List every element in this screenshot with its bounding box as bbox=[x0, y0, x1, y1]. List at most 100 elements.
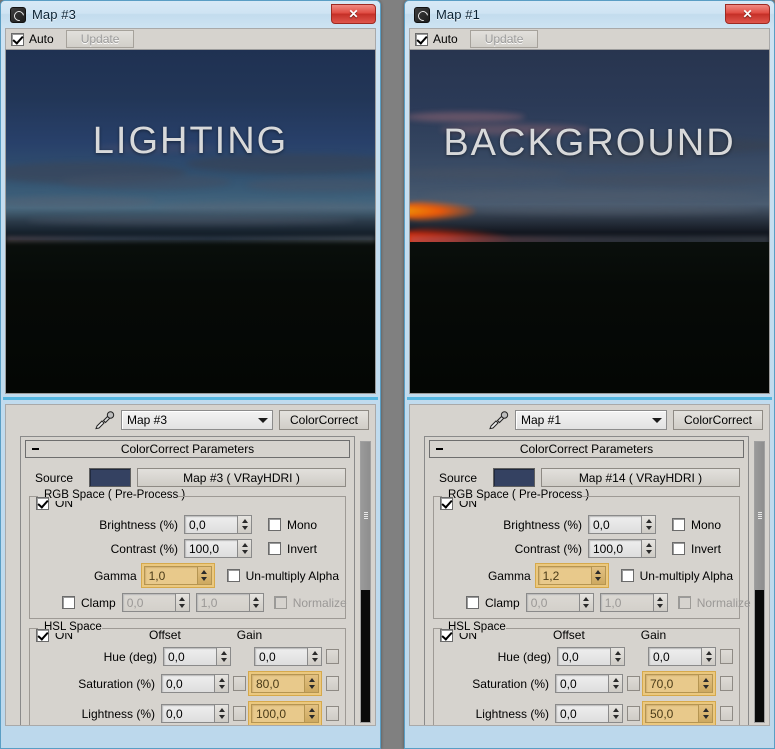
scrollbar-thumb[interactable] bbox=[361, 442, 370, 590]
lightness-offset-spinner[interactable]: 0,0 bbox=[555, 704, 623, 723]
saturation-offset-spinner[interactable]: 0,0 bbox=[555, 674, 623, 693]
scrollbar-track[interactable] bbox=[755, 590, 764, 722]
gamma-spinner[interactable]: 1,0 bbox=[143, 566, 212, 585]
hue-gain-map-button[interactable] bbox=[720, 649, 733, 664]
saturation-offset-input[interactable]: 0,0 bbox=[161, 674, 215, 693]
auto-checkbox[interactable] bbox=[415, 32, 428, 46]
contrast-input[interactable]: 100,0 bbox=[184, 539, 238, 558]
lightness-offset-map-button[interactable] bbox=[627, 706, 640, 721]
gamma-spinner[interactable]: 1,2 bbox=[537, 566, 606, 585]
gamma-stepper[interactable] bbox=[197, 566, 212, 585]
mono-option[interactable]: Mono bbox=[268, 518, 317, 532]
clamp-max-stepper[interactable] bbox=[249, 593, 264, 612]
brightness-input[interactable]: 0,0 bbox=[588, 515, 642, 534]
clamp-min-stepper[interactable] bbox=[579, 593, 594, 612]
source-map-button[interactable]: Map #14 ( VRayHDRI ) bbox=[541, 468, 740, 487]
saturation-gain-map-button[interactable] bbox=[720, 676, 733, 691]
contrast-stepper[interactable] bbox=[238, 539, 252, 558]
source-color-swatch[interactable] bbox=[89, 468, 131, 487]
clamp-checkbox[interactable] bbox=[466, 596, 479, 609]
invert-checkbox[interactable] bbox=[672, 542, 685, 555]
gamma-input[interactable]: 1,2 bbox=[537, 566, 592, 585]
source-map-button[interactable]: Map #3 ( VRayHDRI ) bbox=[137, 468, 346, 487]
clamp-min-spinner[interactable]: 0,0 bbox=[525, 593, 594, 612]
brightness-spinner[interactable]: 0,0 bbox=[184, 515, 252, 534]
saturation-offset-map-button[interactable] bbox=[627, 676, 640, 691]
invert-option[interactable]: Invert bbox=[672, 542, 721, 556]
saturation-offset-map-button[interactable] bbox=[233, 676, 246, 691]
saturation-offset-input[interactable]: 0,0 bbox=[555, 674, 609, 693]
unmultiply-alpha-checkbox[interactable] bbox=[620, 569, 634, 582]
hue-offset-input[interactable]: 0,0 bbox=[557, 647, 611, 666]
contrast-input[interactable]: 100,0 bbox=[588, 539, 642, 558]
clamp-max-stepper[interactable] bbox=[653, 593, 668, 612]
rgb-on-checkbox[interactable] bbox=[440, 496, 453, 510]
invert-checkbox[interactable] bbox=[268, 542, 281, 555]
hue-offset-spinner[interactable]: 0,0 bbox=[163, 647, 231, 666]
lightness-offset-input[interactable]: 0,0 bbox=[161, 704, 215, 723]
eyedropper-icon[interactable] bbox=[487, 410, 509, 430]
mono-checkbox[interactable] bbox=[672, 518, 685, 531]
clamp-min-stepper[interactable] bbox=[175, 593, 190, 612]
auto-checkbox[interactable] bbox=[11, 32, 24, 46]
scrollbar-thumb[interactable] bbox=[755, 442, 764, 590]
map-preview[interactable]: LIGHTING bbox=[5, 49, 376, 394]
lightness-gain-map-button[interactable] bbox=[326, 706, 339, 721]
contrast-spinner[interactable]: 100,0 bbox=[588, 539, 656, 558]
map-dropdown[interactable]: Map #3 bbox=[120, 409, 273, 430]
hsl-on-checkbox[interactable] bbox=[440, 628, 453, 642]
titlebar[interactable]: Map #3 ✕ bbox=[1, 1, 380, 28]
rollout-header[interactable]: ColorCorrect Parameters bbox=[429, 440, 744, 458]
gamma-stepper[interactable] bbox=[591, 566, 606, 585]
saturation-offset-spinner[interactable]: 0,0 bbox=[161, 674, 229, 693]
clamp-checkbox[interactable] bbox=[62, 596, 75, 609]
update-button[interactable]: Update bbox=[469, 30, 539, 48]
lightness-gain-input[interactable]: 100,0 bbox=[251, 704, 305, 723]
lightness-gain-spinner[interactable]: 50,0 bbox=[645, 704, 713, 723]
saturation-gain-spinner[interactable]: 80,0 bbox=[251, 674, 319, 693]
clamp-max-input[interactable]: 1,0 bbox=[195, 593, 250, 612]
rgb-on-checkbox[interactable] bbox=[36, 496, 49, 510]
colorcorrect-type-button[interactable]: ColorCorrect bbox=[278, 409, 369, 430]
lightness-offset-map-button[interactable] bbox=[233, 706, 246, 721]
gamma-input[interactable]: 1,0 bbox=[143, 566, 198, 585]
scrollbar-track[interactable] bbox=[361, 590, 370, 722]
lightness-offset-stepper[interactable] bbox=[609, 704, 623, 723]
mono-checkbox[interactable] bbox=[268, 518, 281, 531]
colorcorrect-type-button[interactable]: ColorCorrect bbox=[672, 409, 763, 430]
lightness-gain-map-button[interactable] bbox=[720, 706, 733, 721]
lightness-gain-spinner[interactable]: 100,0 bbox=[251, 704, 319, 723]
eyedropper-icon[interactable] bbox=[93, 410, 115, 430]
lightness-gain-stepper[interactable] bbox=[305, 704, 319, 723]
map-window-background[interactable]: Map #1 ✕ Auto Update BACKGROUND Map #1 C… bbox=[404, 0, 775, 749]
contrast-spinner[interactable]: 100,0 bbox=[184, 539, 252, 558]
clamp-max-input[interactable]: 1,0 bbox=[599, 593, 654, 612]
hsl-on-checkbox[interactable] bbox=[36, 628, 49, 642]
hue-offset-input[interactable]: 0,0 bbox=[163, 647, 217, 666]
hue-offset-stepper[interactable] bbox=[611, 647, 625, 666]
close-button[interactable]: ✕ bbox=[725, 4, 770, 24]
clamp-min-input[interactable]: 0,0 bbox=[121, 593, 176, 612]
saturation-offset-stepper[interactable] bbox=[609, 674, 623, 693]
hue-offset-spinner[interactable]: 0,0 bbox=[557, 647, 625, 666]
saturation-gain-stepper[interactable] bbox=[305, 674, 319, 693]
rollout-header[interactable]: ColorCorrect Parameters bbox=[25, 440, 350, 458]
clamp-max-spinner[interactable]: 1,0 bbox=[195, 593, 264, 612]
invert-option[interactable]: Invert bbox=[268, 542, 317, 556]
map-window-lighting[interactable]: Map #3 ✕ Auto Update LIGHTING Map #3 Col… bbox=[0, 0, 381, 749]
saturation-gain-map-button[interactable] bbox=[326, 676, 339, 691]
contrast-stepper[interactable] bbox=[642, 539, 656, 558]
lightness-gain-input[interactable]: 50,0 bbox=[645, 704, 699, 723]
clamp-max-spinner[interactable]: 1,0 bbox=[599, 593, 668, 612]
hue-gain-stepper[interactable] bbox=[308, 647, 322, 666]
brightness-spinner[interactable]: 0,0 bbox=[588, 515, 656, 534]
lightness-offset-stepper[interactable] bbox=[215, 704, 229, 723]
hue-gain-input[interactable]: 0,0 bbox=[648, 647, 702, 666]
hue-gain-input[interactable]: 0,0 bbox=[254, 647, 308, 666]
saturation-offset-stepper[interactable] bbox=[215, 674, 229, 693]
saturation-gain-input[interactable]: 80,0 bbox=[251, 674, 305, 693]
map-preview[interactable]: BACKGROUND bbox=[409, 49, 770, 394]
saturation-gain-input[interactable]: 70,0 bbox=[645, 674, 699, 693]
lightness-gain-stepper[interactable] bbox=[699, 704, 713, 723]
hue-gain-spinner[interactable]: 0,0 bbox=[648, 647, 716, 666]
